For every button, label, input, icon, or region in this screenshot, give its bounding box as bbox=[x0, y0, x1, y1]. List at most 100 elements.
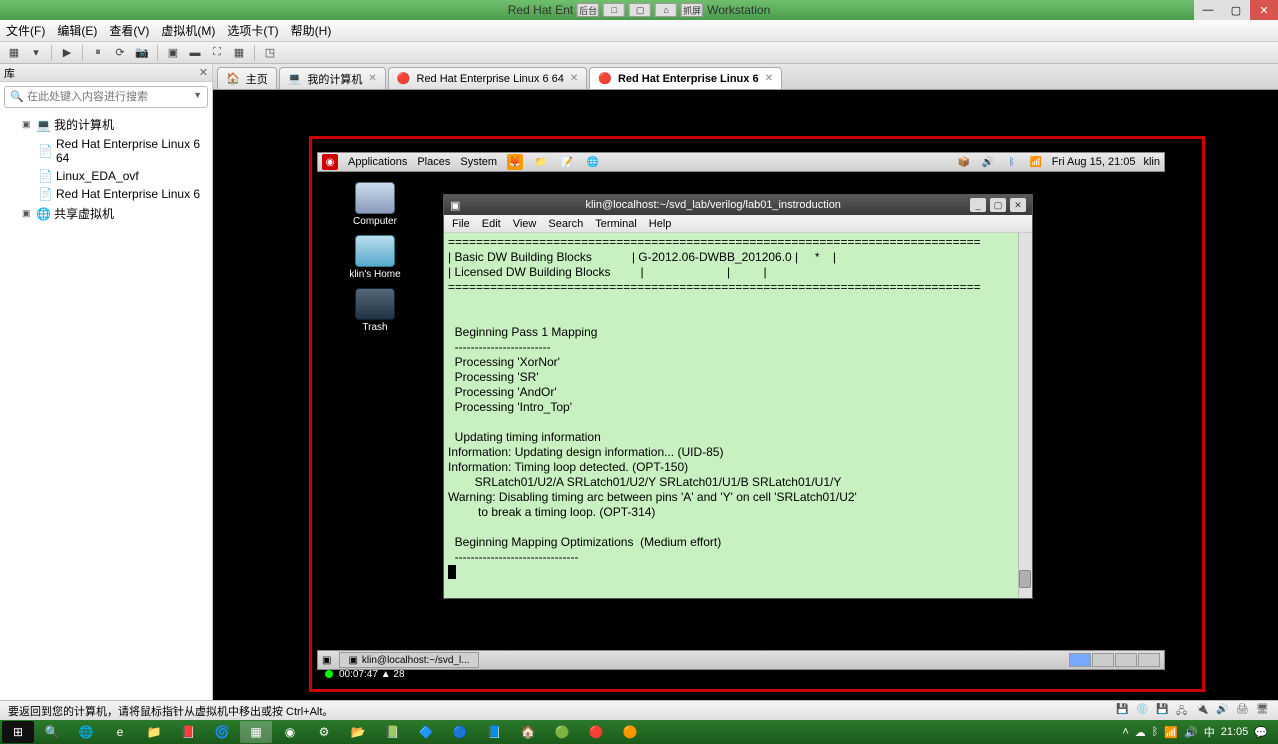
tb-library-icon[interactable]: ▦ bbox=[4, 44, 24, 62]
menu-file[interactable]: 文件(F) bbox=[6, 22, 45, 39]
taskbar-app-icon[interactable]: 🔵 bbox=[444, 721, 476, 743]
inline-btn-0[interactable]: 后台 bbox=[577, 3, 599, 17]
taskbar-home-icon[interactable]: 🏠 bbox=[512, 721, 544, 743]
tab-mycomputer[interactable]: 💻 我的计算机 ✕ bbox=[279, 67, 386, 89]
menu-help[interactable]: 帮助(H) bbox=[291, 22, 332, 39]
start-button[interactable]: ⊞ bbox=[2, 721, 34, 743]
tab-close-icon[interactable]: ✕ bbox=[570, 73, 578, 84]
taskbar-chrome-icon[interactable]: 🌐 bbox=[70, 721, 102, 743]
tray-bluetooth-icon[interactable]: ᛒ bbox=[1152, 726, 1159, 738]
menu-system[interactable]: System bbox=[460, 156, 497, 168]
printer-icon[interactable]: 🖨 bbox=[1236, 704, 1250, 718]
scrollbar-thumb[interactable] bbox=[1019, 570, 1031, 588]
menu-file[interactable]: File bbox=[452, 218, 470, 230]
redhat-logo-icon[interactable]: ◉ bbox=[322, 154, 338, 170]
taskbar-explorer-icon[interactable]: 📂 bbox=[342, 721, 374, 743]
tree-toggle-icon[interactable]: ▣ bbox=[22, 208, 32, 219]
bluetooth-icon[interactable]: ᛒ bbox=[1004, 154, 1020, 170]
tray-onedrive-icon[interactable]: ☁ bbox=[1135, 726, 1146, 739]
tb-console-icon[interactable]: ▬ bbox=[185, 44, 205, 62]
close-button[interactable]: ✕ bbox=[1010, 198, 1026, 212]
tree-item-rhel64[interactable]: 📄 Red Hat Enterprise Linux 6 64 bbox=[4, 135, 208, 167]
tree-item-rhel6[interactable]: 📄 Red Hat Enterprise Linux 6 bbox=[4, 185, 208, 203]
tb-fullscreen-icon[interactable]: ⛶ bbox=[207, 44, 227, 62]
inline-btn-3[interactable]: ⌂ bbox=[655, 3, 677, 17]
workspace-1[interactable] bbox=[1069, 653, 1091, 667]
menu-edit[interactable]: Edit bbox=[482, 218, 501, 230]
close-button[interactable]: ✕ bbox=[1250, 0, 1278, 20]
display-icon[interactable]: 🖥 bbox=[1256, 704, 1270, 718]
tb-snapshot-icon[interactable]: 📷 bbox=[132, 44, 152, 62]
menu-help[interactable]: Help bbox=[649, 218, 672, 230]
cd-icon[interactable]: 💿 bbox=[1136, 704, 1150, 718]
taskbar-app-icon[interactable]: 📕 bbox=[172, 721, 204, 743]
tab-rhel6[interactable]: 🔴 Red Hat Enterprise Linux 6 ✕ bbox=[589, 67, 782, 89]
inline-btn-1[interactable]: □ bbox=[603, 3, 625, 17]
update-icon[interactable]: 📦 bbox=[956, 154, 972, 170]
menu-search[interactable]: Search bbox=[548, 218, 583, 230]
sound-icon[interactable]: 🔊 bbox=[1216, 704, 1230, 718]
menu-view[interactable]: View bbox=[513, 218, 537, 230]
tab-close-icon[interactable]: ✕ bbox=[368, 73, 376, 84]
taskbar-excel-icon[interactable]: 📗 bbox=[376, 721, 408, 743]
sidebar-close-icon[interactable]: ✕ bbox=[199, 66, 208, 79]
taskbar-app-icon[interactable]: 🟠 bbox=[614, 721, 646, 743]
search-input[interactable] bbox=[4, 86, 208, 108]
app-icon[interactable]: 📝 bbox=[559, 154, 575, 170]
menu-terminal[interactable]: Terminal bbox=[595, 218, 637, 230]
maximize-button[interactable]: ▢ bbox=[990, 198, 1006, 212]
menu-vm[interactable]: 虚拟机(M) bbox=[161, 22, 215, 39]
tray-volume-icon[interactable]: 🔊 bbox=[1184, 726, 1198, 739]
tray-clock[interactable]: 21:05 bbox=[1221, 726, 1249, 738]
tab-rhel64[interactable]: 🔴 Red Hat Enterprise Linux 6 64 ✕ bbox=[388, 67, 587, 89]
app-icon[interactable]: 📁 bbox=[533, 154, 549, 170]
tree-toggle-icon[interactable]: ▣ bbox=[22, 119, 32, 130]
tray-up-icon[interactable]: ˄ bbox=[1122, 726, 1128, 738]
minimize-button[interactable]: — bbox=[1194, 0, 1222, 20]
tab-close-icon[interactable]: ✕ bbox=[765, 73, 773, 84]
menu-edit[interactable]: 编辑(E) bbox=[57, 22, 97, 39]
tb-window-icon[interactable]: ◳ bbox=[260, 44, 280, 62]
workspace-4[interactable] bbox=[1138, 653, 1160, 667]
taskbar-app-icon[interactable]: 🔴 bbox=[580, 721, 612, 743]
inline-btn-4[interactable]: 抓屏 bbox=[681, 3, 703, 17]
tb-suspend-icon[interactable]: ⏸ bbox=[88, 44, 108, 62]
terminal-scrollbar[interactable] bbox=[1018, 233, 1032, 598]
tree-root-mycomputer[interactable]: ▣ 💻 我的计算机 bbox=[4, 114, 208, 135]
desktop-computer[interactable]: Computer bbox=[345, 182, 405, 227]
tb-reset-icon[interactable]: ⟳ bbox=[110, 44, 130, 62]
search-dropdown-icon[interactable]: ▼ bbox=[193, 90, 202, 100]
taskbar-app-icon[interactable]: 🔷 bbox=[410, 721, 442, 743]
desktop-home[interactable]: klin's Home bbox=[345, 235, 405, 280]
maximize-button[interactable]: ▢ bbox=[1222, 0, 1250, 20]
tb-dropdown-icon[interactable]: ▾ bbox=[26, 44, 46, 62]
workspace-pager[interactable] bbox=[1069, 653, 1160, 667]
taskbar-app-icon[interactable]: 📁 bbox=[138, 721, 170, 743]
tab-home[interactable]: 🏠 主页 bbox=[217, 67, 277, 89]
tb-multimon-icon[interactable]: ▦ bbox=[229, 44, 249, 62]
taskbar-edge-icon[interactable]: e bbox=[104, 721, 136, 743]
firefox-icon[interactable]: 🦊 bbox=[507, 154, 523, 170]
network-icon[interactable]: 📶 bbox=[1028, 154, 1044, 170]
network-icon[interactable]: 🖧 bbox=[1176, 704, 1190, 718]
vm-display[interactable]: ◉ Applications Places System 🦊 📁 📝 🌐 📦 🔊… bbox=[213, 90, 1278, 700]
taskbar-search-icon[interactable]: 🔍 bbox=[36, 721, 68, 743]
tree-shared[interactable]: ▣ 🌐 共享虚拟机 bbox=[4, 203, 208, 224]
taskbar-vmware-icon[interactable]: ▦ bbox=[240, 721, 272, 743]
taskbar-app-icon[interactable]: 🟢 bbox=[546, 721, 578, 743]
floppy-icon[interactable]: 💾 bbox=[1156, 704, 1170, 718]
show-desktop-icon[interactable]: ▣ bbox=[322, 655, 331, 666]
tb-poweron-icon[interactable]: ▶ bbox=[57, 44, 77, 62]
menu-applications[interactable]: Applications bbox=[348, 156, 407, 168]
menu-tabs[interactable]: 选项卡(T) bbox=[227, 22, 278, 39]
terminal-window[interactable]: ▣ klin@localhost:~/svd_lab/verilog/lab01… bbox=[443, 194, 1033, 599]
tray-network-icon[interactable]: 📶 bbox=[1164, 726, 1178, 739]
tray-notifications-icon[interactable]: 💬 bbox=[1254, 726, 1268, 739]
usb-icon[interactable]: 🔌 bbox=[1196, 704, 1210, 718]
menu-places[interactable]: Places bbox=[417, 156, 450, 168]
app-icon[interactable]: 🌐 bbox=[585, 154, 601, 170]
user-menu[interactable]: klin bbox=[1143, 156, 1160, 168]
taskbar-app-icon[interactable]: 📘 bbox=[478, 721, 510, 743]
terminal-titlebar[interactable]: ▣ klin@localhost:~/svd_lab/verilog/lab01… bbox=[444, 195, 1032, 215]
workspace-2[interactable] bbox=[1092, 653, 1114, 667]
